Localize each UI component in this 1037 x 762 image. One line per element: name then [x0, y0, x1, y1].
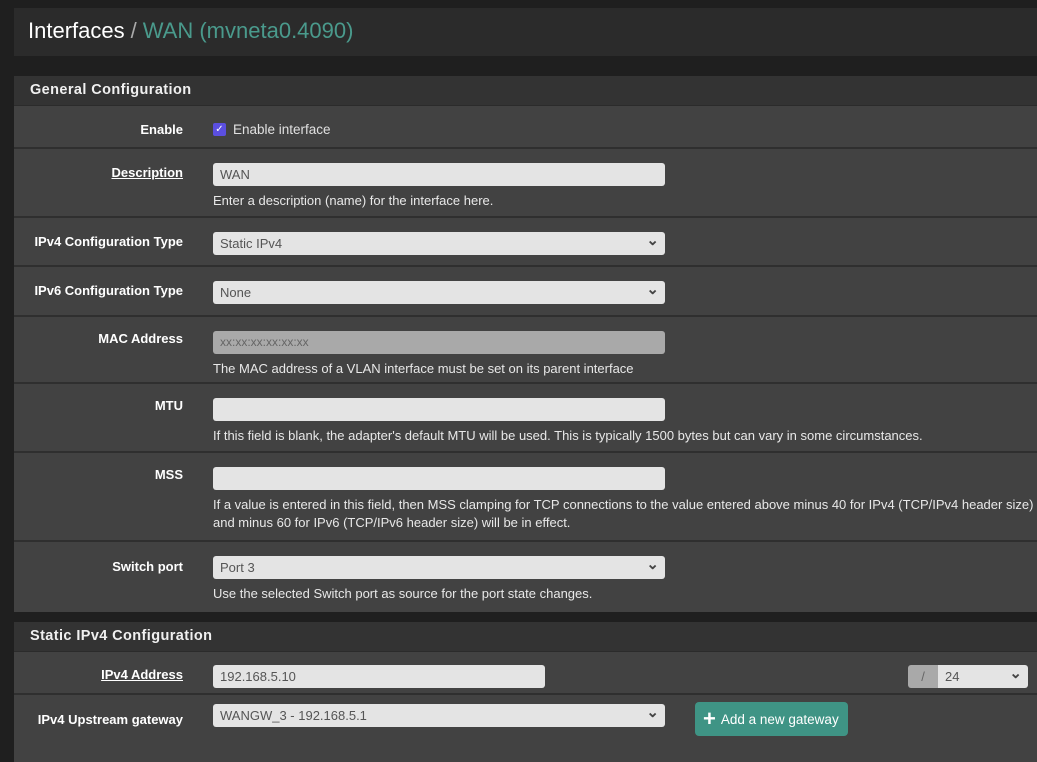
- cidr-select[interactable]: 24: [938, 664, 1028, 688]
- ipv4-address-label: IPv4 Address: [101, 667, 183, 682]
- breadcrumb-separator: /: [130, 18, 137, 43]
- description-help: Enter a description (name) for the inter…: [213, 193, 494, 208]
- gateway-label: IPv4 Upstream gateway: [37, 712, 183, 727]
- mss-label: MSS: [154, 467, 183, 482]
- mss-row: MSS If a value is entered in this field,…: [14, 453, 1037, 542]
- description-label: Description: [111, 165, 183, 180]
- mtu-help: If this field is blank, the adapter's de…: [213, 428, 923, 443]
- mtu-row: MTU If this field is blank, the adapter'…: [14, 384, 1037, 453]
- gateway-select[interactable]: WANGW_3 - 192.168.5.1: [213, 703, 665, 727]
- ipv4-type-select[interactable]: Static IPv4: [213, 231, 665, 255]
- gateway-row: IPv4 Upstream gateway WANGW_3 - 192.168.…: [14, 695, 1037, 755]
- description-input[interactable]: WAN: [213, 163, 665, 186]
- general-configuration-panel: General Configuration Enable ✓ Enable int…: [14, 76, 1037, 612]
- mss-input[interactable]: [213, 467, 665, 490]
- page-title: WAN (mvneta0.4090): [142, 18, 354, 43]
- enable-label: Enable: [140, 122, 183, 137]
- plus-icon: +: [703, 706, 716, 731]
- breadcrumb: Interfaces / WAN (mvneta0.4090): [14, 8, 1037, 56]
- mss-help: If a value is entered in this field, the…: [213, 497, 1034, 530]
- ipv6-type-row: IPv6 Configuration Type None: [14, 267, 1037, 317]
- mac-row: MAC Address xx:xx:xx:xx:xx:xx The MAC add…: [14, 317, 1037, 384]
- mac-label: MAC Address: [98, 331, 183, 346]
- switch-port-label: Switch port: [112, 559, 183, 574]
- panel-heading: General Configuration: [14, 76, 1037, 106]
- ipv4-type-label: IPv4 Configuration Type: [34, 234, 183, 249]
- mac-input: xx:xx:xx:xx:xx:xx: [213, 331, 665, 354]
- enable-checkbox[interactable]: ✓: [213, 123, 226, 136]
- mac-help: The MAC address of a VLAN interface must…: [213, 361, 634, 376]
- mtu-input[interactable]: [213, 398, 665, 421]
- add-gateway-button[interactable]: + Add a new gateway: [695, 702, 848, 736]
- mtu-label: MTU: [154, 398, 183, 413]
- switch-port-select[interactable]: Port 3: [213, 555, 665, 579]
- ipv6-type-label: IPv6 Configuration Type: [34, 283, 183, 298]
- ipv4-address-input[interactable]: 192.168.5.10: [213, 665, 545, 688]
- cidr-slash: /: [908, 665, 938, 688]
- add-gateway-label: Add a new gateway: [720, 711, 839, 727]
- switch-port-help: Use the selected Switch port as source f…: [213, 586, 593, 601]
- panel-heading: Static IPv4 Configuration: [14, 622, 1037, 652]
- enable-row: Enable ✓ Enable interface: [14, 106, 1037, 149]
- ipv6-type-select[interactable]: None: [213, 280, 665, 304]
- description-row: Description WAN Enter a description (name…: [14, 149, 1037, 218]
- enable-checkbox-label[interactable]: Enable interface: [233, 122, 331, 137]
- static-ipv4-panel: Static IPv4 Configuration IPv4 Address 1…: [14, 622, 1037, 762]
- ipv4-address-row: IPv4 Address 192.168.5.10 /24: [14, 652, 1037, 695]
- switch-port-row: Switch port Port 3 Use the selected Switc…: [14, 542, 1037, 611]
- ipv4-type-row: IPv4 Configuration Type Static IPv4: [14, 218, 1037, 267]
- breadcrumb-interfaces[interactable]: Interfaces: [28, 18, 125, 43]
